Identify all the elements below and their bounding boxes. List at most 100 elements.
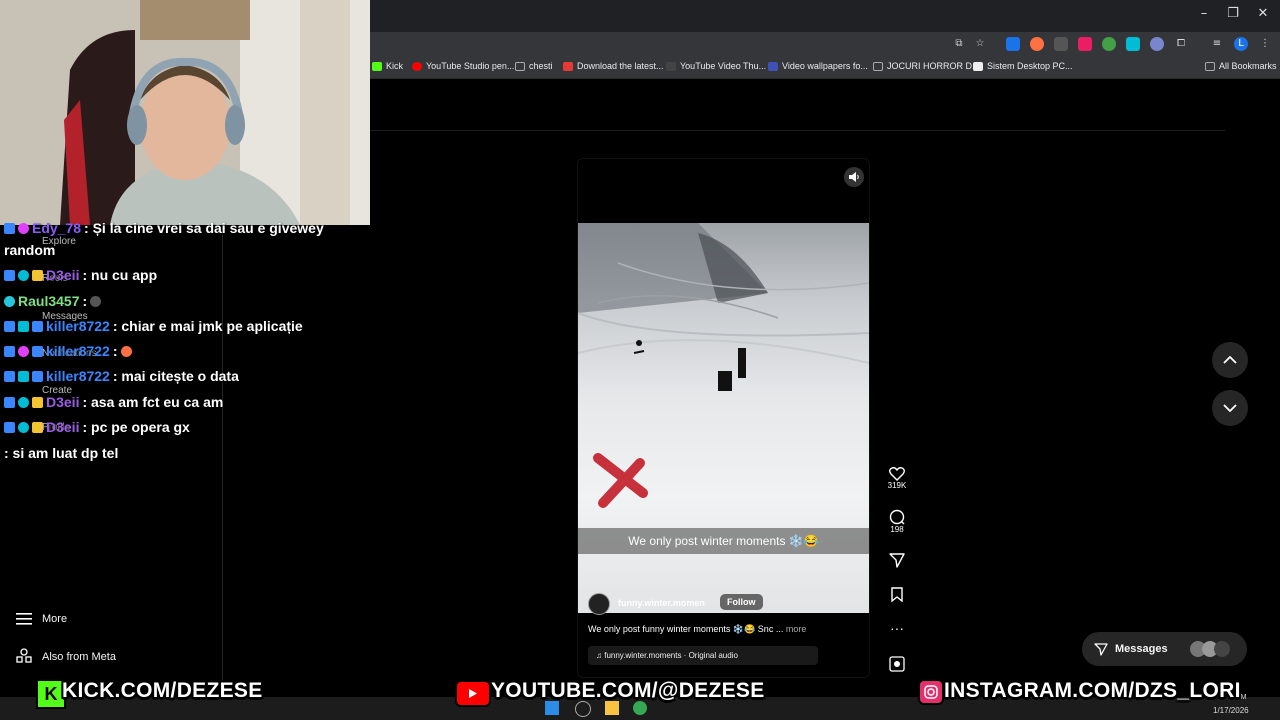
file-explorer-icon[interactable]: [605, 701, 619, 715]
crown-badge-icon: [32, 396, 43, 408]
chat-username[interactable]: killer8722: [46, 318, 110, 334]
previous-reel-button[interactable]: [1212, 342, 1248, 378]
chat-username[interactable]: Edy_78: [32, 220, 81, 236]
bookmark-sistem[interactable]: Sistem Desktop PC...: [973, 61, 1073, 71]
chevron-up-icon: [1223, 356, 1237, 364]
reel-video[interactable]: We only post winter moments ❄️😂 funny.wi…: [577, 158, 870, 678]
meta-grid-icon: [16, 648, 32, 669]
emote-icon: [90, 295, 102, 307]
hamburger-icon: [16, 612, 32, 631]
badge-icon: [4, 370, 15, 382]
badge-icon: [4, 421, 15, 433]
bookmark-wallpapers[interactable]: Video wallpapers fo...: [768, 61, 868, 71]
bookmark-download[interactable]: Download the latest...: [563, 61, 664, 71]
extensions-puzzle-icon[interactable]: ⧠: [1174, 37, 1188, 51]
extension-icon-5[interactable]: [1102, 37, 1116, 51]
chat-text: :: [82, 293, 88, 309]
badge-icon: [18, 269, 29, 281]
badge-icon: [18, 222, 29, 234]
bookmark-kick[interactable]: Kick: [372, 61, 403, 71]
chat-message: D3eii : asa am fct eu ca am: [4, 394, 223, 410]
badge-icon: [18, 320, 29, 332]
bookmark-chesti[interactable]: chesti: [515, 61, 553, 71]
page-icon: [563, 61, 573, 71]
chat-text: : mai citește o data: [112, 368, 239, 384]
close-icon[interactable]: ✕: [1252, 6, 1274, 21]
reel-overlay-caption: We only post winter moments ❄️😂: [578, 528, 869, 554]
search-icon[interactable]: [575, 701, 591, 717]
extension-icon-1[interactable]: [1006, 37, 1020, 51]
reel-author-avatar[interactable]: [588, 593, 610, 615]
youtube-logo-icon: [455, 680, 491, 707]
kick-link: KICK.COM/DEZESE: [62, 679, 263, 702]
bookmark-jocuri[interactable]: JOCURI HORROR D...: [873, 61, 980, 71]
folder-icon: [1205, 61, 1215, 71]
extension-icon-7[interactable]: [1150, 37, 1164, 51]
restore-icon[interactable]: ❐: [1222, 6, 1244, 21]
chat-text: random: [4, 242, 56, 258]
chrome-icon[interactable]: [633, 701, 647, 715]
chat-username[interactable]: Raul3457: [18, 293, 79, 309]
chat-username[interactable]: killer8722: [46, 343, 110, 359]
share-action[interactable]: [887, 553, 907, 568]
chat-text: : pc pe opera gx: [82, 419, 190, 435]
share-icon: [889, 553, 905, 568]
extension-icon-2[interactable]: [1030, 37, 1044, 51]
chat-username[interactable]: D3eii: [46, 394, 79, 410]
chrome-menu-icon[interactable]: ⋮: [1258, 37, 1272, 51]
chevron-down-icon: [1223, 404, 1237, 412]
badge-icon: [4, 396, 15, 408]
reading-list-icon[interactable]: ≡: [1210, 37, 1224, 51]
bookmark-thumbnail[interactable]: YouTube Video Thu...: [666, 61, 766, 71]
volume-icon[interactable]: [844, 167, 864, 187]
chat-username[interactable]: killer8722: [46, 368, 110, 384]
comment-action[interactable]: 198: [887, 509, 907, 534]
badge-icon: [4, 345, 15, 357]
chat-username[interactable]: D3eii: [46, 267, 79, 283]
badge-icon: [18, 396, 29, 408]
more-options-icon[interactable]: ···: [887, 620, 907, 636]
badge-icon: [4, 269, 15, 281]
reel-caption: We only post funny winter moments ❄️😂 Sn…: [588, 624, 784, 634]
messages-pill[interactable]: Messages: [1082, 632, 1247, 666]
badge-icon: [32, 320, 43, 332]
like-action[interactable]: 319K: [887, 466, 907, 490]
all-bookmarks[interactable]: All Bookmarks: [1205, 61, 1277, 71]
chat-text: :: [112, 343, 118, 359]
kick-icon: [372, 61, 382, 71]
sidebar-more[interactable]: More: [42, 613, 67, 625]
windows-start-icon[interactable]: [545, 701, 559, 715]
chat-text: : asa am fct eu ca am: [82, 394, 224, 410]
like-count: 319K: [887, 481, 907, 490]
save-action[interactable]: [887, 587, 907, 602]
extension-icon-3[interactable]: [1054, 37, 1068, 51]
extension-icon-6[interactable]: [1126, 37, 1140, 51]
badge-icon: [18, 421, 29, 433]
chat-text: : chiar e mai jmk pe aplicație: [112, 318, 303, 334]
taskbar-date: 1/17/2026: [1213, 706, 1249, 715]
page-icon: [666, 61, 676, 71]
folder-icon: [873, 61, 883, 71]
install-app-icon[interactable]: ⧉: [952, 37, 966, 51]
audio-thumbnail[interactable]: [887, 656, 907, 672]
minimize-icon[interactable]: –: [1193, 6, 1215, 21]
next-reel-button[interactable]: [1212, 390, 1248, 426]
reel-audio[interactable]: ♫ funny.winter.moments · Original audio: [588, 646, 818, 665]
bookmark-youtube-studio[interactable]: YouTube Studio pen...: [412, 61, 514, 71]
avatar: [1214, 641, 1230, 657]
badge-icon: [4, 295, 15, 307]
profile-avatar[interactable]: L: [1234, 37, 1248, 51]
reel-caption-more[interactable]: more: [786, 624, 807, 634]
chat-username[interactable]: D3eii: [46, 419, 79, 435]
follow-button[interactable]: Follow: [720, 594, 763, 610]
music-note-icon: ♫: [596, 651, 602, 660]
reel-username[interactable]: funny.winter.momen: [618, 598, 705, 608]
badge-icon: [4, 222, 15, 234]
sidebar-also-from-meta[interactable]: Also from Meta: [42, 651, 116, 663]
youtube-icon: [412, 61, 422, 71]
bookmark-star-icon[interactable]: ☆: [973, 37, 987, 51]
chat-message-cont: random: [4, 242, 55, 258]
youtube-link: YOUTUBE.COM/@DEZESE: [491, 679, 765, 702]
extension-icon-4[interactable]: [1078, 37, 1092, 51]
chat-text: : nu cu app: [82, 267, 158, 283]
